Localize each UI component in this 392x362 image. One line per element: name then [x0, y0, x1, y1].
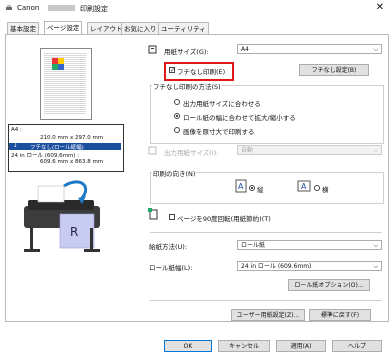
landscape-label: 横	[322, 186, 329, 194]
rotate-checkbox[interactable]	[169, 214, 175, 220]
info-roll-label: 24 in ロール (609.6mm) :	[11, 153, 80, 159]
borderless-checkbox[interactable]: ✓	[169, 67, 175, 74]
feed-label: 給紙方法(U):	[149, 243, 188, 251]
paper-size-value: A4	[241, 46, 249, 53]
window-title-suffix: 印刷設定	[80, 5, 108, 13]
window-title-prefix: Canon	[17, 4, 40, 12]
down-arrow-icon: ↓	[13, 143, 18, 149]
paper-size-icon	[148, 45, 157, 54]
output-size-icon	[148, 146, 157, 155]
output-size-value: 自動	[241, 147, 254, 154]
close-icon[interactable]: ✕	[376, 2, 384, 13]
output-size-select: 自動 ⌵	[237, 145, 382, 155]
chevron-down-icon: ⌵	[373, 242, 378, 249]
portrait-label: 縦	[257, 186, 264, 194]
preview-text-lines	[44, 52, 86, 114]
feed-select[interactable]: ロール紙 ⌵	[237, 240, 382, 250]
chevron-down-icon: ⌵	[373, 147, 378, 154]
method-option-actual-size: 画像を原寸大で印刷する	[183, 128, 255, 136]
rotate-page-icon	[148, 208, 158, 220]
borderless-label: フチなし印刷(E)	[177, 68, 226, 76]
output-size-label: 出力用紙サイズ(I):	[164, 149, 219, 157]
method-option-fit-output: 出力用紙サイズに合わせる	[183, 100, 261, 108]
help-button[interactable]: ヘルプ	[332, 340, 382, 352]
apply-button[interactable]: 適用(A)	[276, 340, 326, 352]
rotate-label: ページを90度回転(用紙節約)(T)	[177, 215, 271, 223]
printer-illustration-icon: R	[24, 180, 100, 252]
preview-image-icon	[52, 58, 64, 70]
redacted-model-name	[48, 5, 75, 11]
info-size-dims: 210.0 mm x 297.0 mm	[40, 135, 104, 141]
portrait-radio[interactable]	[249, 185, 255, 191]
landscape-icon: A	[297, 180, 311, 192]
method-radio-actual-size[interactable]	[174, 127, 180, 133]
feed-value: ロール紙	[241, 242, 266, 249]
divider	[150, 232, 382, 233]
chevron-down-icon: ⌵	[373, 46, 378, 53]
method-option-fit-roll: ロール紙の幅に合わせて拡大/縮小する	[183, 114, 296, 122]
info-roll-dims: 609.6 mm x 863.8 mm	[40, 159, 104, 165]
svg-text:A: A	[238, 182, 244, 191]
printer-app-icon	[6, 5, 12, 10]
portrait-icon: A	[235, 179, 247, 193]
svg-text:R: R	[70, 225, 78, 239]
chevron-down-icon: ⌵	[373, 263, 378, 270]
roll-width-value: 24 in ロール (609.6mm)	[241, 263, 312, 270]
user-paper-button[interactable]: ユーザー用紙設定(Z)...	[231, 309, 305, 321]
paper-size-label: 用紙サイズ(G):	[164, 48, 209, 56]
borderless-settings-button[interactable]: フチなし設定(B)	[299, 64, 369, 76]
landscape-radio[interactable]	[314, 185, 320, 191]
roll-options-button[interactable]: ロール紙オプション(O)...	[288, 279, 370, 291]
svg-text:A: A	[301, 182, 307, 191]
info-mode: フチなし(ロール紙幅)	[30, 145, 84, 151]
roll-width-label: ロール紙幅(L):	[149, 264, 193, 272]
borderless-method-label: フチなし印刷の方法(S)	[152, 81, 222, 91]
orientation-label: 印刷の向き(N)	[152, 168, 197, 178]
paper-size-select[interactable]: A4 ⌵	[237, 44, 382, 54]
info-size-label: A4 :	[11, 127, 22, 133]
title-bar: Canon 印刷設定 ✕	[0, 0, 392, 18]
roll-width-select[interactable]: 24 in ロール (609.6mm) ⌵	[237, 261, 382, 271]
cancel-button[interactable]: キャンセル	[218, 340, 270, 352]
restore-defaults-button[interactable]: 標準に戻す(F)	[309, 309, 371, 321]
divider	[150, 300, 382, 301]
method-radio-fit-output[interactable]	[174, 99, 180, 105]
tab-page-setup[interactable]: ページ設定	[44, 21, 83, 35]
method-radio-fit-roll[interactable]	[174, 113, 180, 119]
ok-button[interactable]: OK	[164, 340, 212, 352]
